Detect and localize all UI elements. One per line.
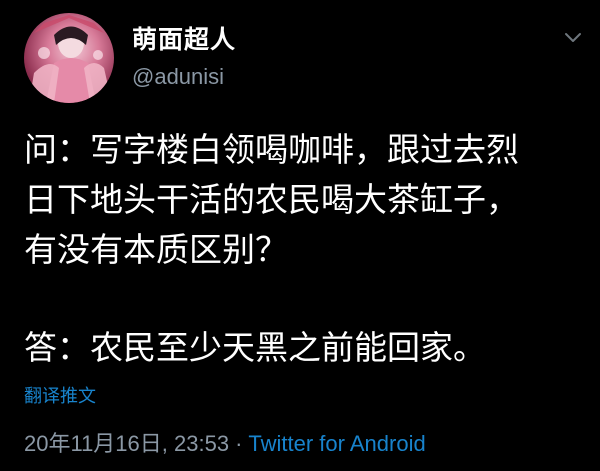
author-display-name[interactable]: 萌面超人 [132,20,236,56]
author-handle[interactable]: @adunisi [132,64,224,90]
tweet-text: 问：写字楼白领喝咖啡，跟过去烈 日下地头干活的农民喝大茶缸子， 有没有本质区别？… [24,125,584,373]
chevron-down-icon[interactable] [560,26,586,48]
tweet-text-line: 日下地头干活的农民喝大茶缸子， [24,180,519,219]
translate-tweet-link[interactable]: 翻译推文 [24,382,96,408]
tweet-source-link[interactable]: Twitter for Android [248,431,425,456]
tweet-card: 萌面超人 @adunisi 问：写字楼白领喝咖啡，跟过去烈 日下地头干活的农民喝… [0,0,600,471]
tweet-text-line: 问：写字楼白领喝咖啡，跟过去烈 [24,130,519,169]
avatar-image [29,15,112,103]
tweet-text-line: 答：农民至少天黑之前能回家。 [24,328,486,367]
tweet-meta: 20年11月16日, 23:53 · Twitter for Android [24,426,426,458]
tweet-text-line: 有没有本质区别？ [24,230,288,269]
tweet-timestamp[interactable]: 20年11月16日, 23:53 [24,431,229,456]
meta-separator: · [235,431,243,456]
avatar[interactable] [24,13,114,103]
